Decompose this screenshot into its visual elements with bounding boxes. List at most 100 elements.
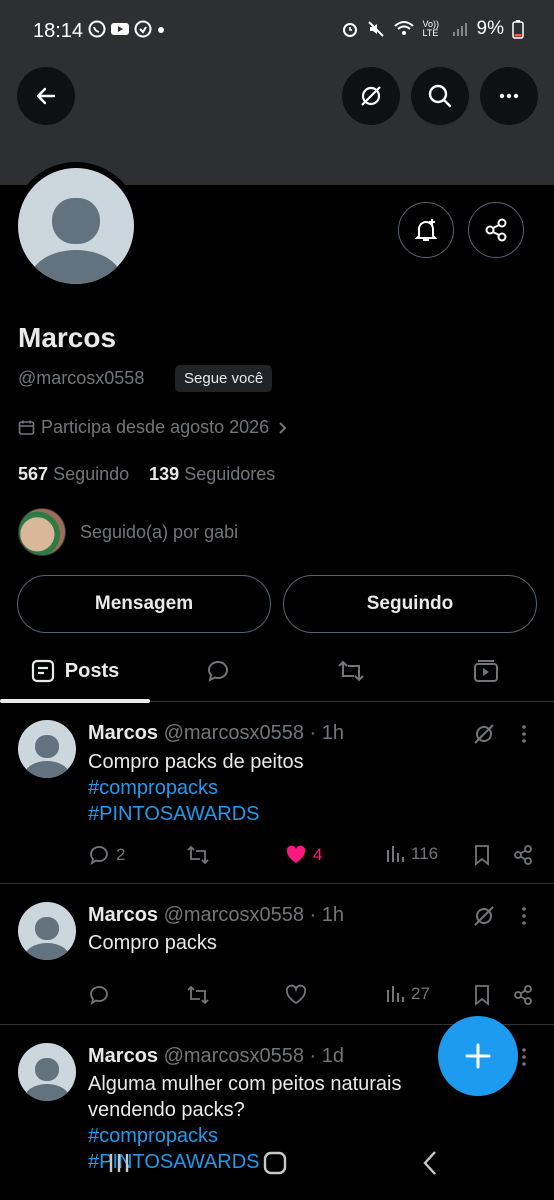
replies-icon xyxy=(207,660,228,682)
default-avatar-icon xyxy=(24,735,70,778)
share-profile-button[interactable] xyxy=(468,202,524,258)
post-item[interactable]: Marcos @marcosx0558 · 1h Compro packs de… xyxy=(0,702,554,884)
dot-icon xyxy=(158,27,164,33)
messenger-icon xyxy=(134,20,152,38)
chevron-right-icon xyxy=(279,421,287,434)
reply-button[interactable] xyxy=(88,984,110,1006)
following-link[interactable]: 567 Seguindo xyxy=(18,464,129,484)
profile-handle: @marcosx0558 xyxy=(18,368,145,388)
home-icon[interactable] xyxy=(260,1148,290,1178)
followers-label: Seguidores xyxy=(184,464,276,484)
like-button[interactable]: 4 xyxy=(285,844,322,866)
bell-plus-icon xyxy=(414,219,438,241)
youtube-icon xyxy=(111,23,129,35)
tab-replies[interactable] xyxy=(170,640,265,702)
mute-icon xyxy=(367,21,384,37)
compose-post-button[interactable] xyxy=(438,1016,518,1096)
notification-icons xyxy=(88,20,166,38)
search-button[interactable] xyxy=(411,67,469,125)
status-bar: 18:14 Vo)) LTE 9% xyxy=(0,0,554,62)
vertical-more-icon[interactable] xyxy=(514,722,534,746)
status-time: 18:14 xyxy=(33,20,84,42)
arrow-left-icon xyxy=(36,87,56,105)
reply-icon xyxy=(90,846,108,865)
tab-reposts[interactable] xyxy=(303,640,398,702)
post-text: Compro packs xyxy=(88,932,217,954)
heart-filled-icon xyxy=(286,845,306,863)
share-button[interactable] xyxy=(512,844,534,866)
post-author[interactable]: Marcos xyxy=(88,722,158,744)
analytics-icon xyxy=(387,846,404,862)
repost-button[interactable] xyxy=(186,984,210,1006)
following-label: Seguindo xyxy=(53,464,130,484)
grok-button[interactable] xyxy=(342,67,400,125)
followed-by-text: Seguido(a) por gabi xyxy=(80,521,239,542)
hashtag-link[interactable]: #PINTOSAWARDS xyxy=(88,801,304,827)
post-avatar[interactable] xyxy=(18,1043,76,1101)
post-meta: @marcosx0558 · 1d xyxy=(163,1045,344,1067)
bookmark-button[interactable] xyxy=(472,984,492,1006)
post-header: Marcos @marcosx0558 · 1h xyxy=(88,722,344,745)
post-header: Marcos @marcosx0558 · 1h xyxy=(88,904,344,927)
bookmark-button[interactable] xyxy=(472,844,492,866)
hashtag-link[interactable]: #compropacks xyxy=(88,775,304,801)
share-button[interactable] xyxy=(512,984,534,1006)
battery-percent: 9% xyxy=(476,18,504,39)
followed-by[interactable]: Seguido(a) por gabi xyxy=(18,508,238,556)
tab-posts[interactable]: Posts xyxy=(0,640,150,703)
bookmark-icon xyxy=(475,845,489,866)
post-item[interactable]: Marcos @marcosx0558 · 1h Compro packs 27 xyxy=(0,884,554,1025)
followers-link[interactable]: 139 Seguidores xyxy=(149,464,275,484)
search-icon xyxy=(428,84,452,108)
post-author[interactable]: Marcos xyxy=(88,1045,158,1067)
follows-you-badge: Segue você xyxy=(175,365,273,392)
joined-text: Participa desde agosto 2026 xyxy=(41,417,270,437)
profile-avatar[interactable] xyxy=(18,168,134,284)
views-button[interactable]: 116 xyxy=(385,844,438,864)
post-meta: @marcosx0558 · 1h xyxy=(163,904,344,926)
repost-button[interactable] xyxy=(186,844,210,866)
share-icon xyxy=(514,845,532,865)
following-count: 567 xyxy=(18,464,49,484)
view-count: 27 xyxy=(411,984,430,1003)
message-button[interactable]: Mensagem xyxy=(17,575,271,633)
grok-icon xyxy=(361,86,381,106)
system-nav-bar xyxy=(0,1140,554,1186)
follower-avatar xyxy=(18,508,66,556)
post-author[interactable]: Marcos xyxy=(88,904,158,926)
post-avatar[interactable] xyxy=(18,902,76,960)
views-button[interactable]: 27 xyxy=(385,984,430,1004)
joined-date[interactable]: Participa desde agosto 2026 xyxy=(18,417,289,438)
follow-counts: 567 Seguindo 139 Seguidores xyxy=(18,464,275,485)
tab-media[interactable] xyxy=(438,640,533,702)
tab-posts-label: Posts xyxy=(64,659,120,682)
reply-button[interactable]: 2 xyxy=(88,844,125,866)
more-icon xyxy=(499,93,519,99)
profile-name: Marcos xyxy=(18,322,117,353)
nav-back-icon[interactable] xyxy=(416,1148,446,1178)
notifications-button[interactable] xyxy=(398,202,454,258)
post-text: Compro packs de peitos xyxy=(88,751,304,773)
repost-icon xyxy=(187,985,209,1005)
posts-icon xyxy=(31,659,54,683)
default-avatar-icon xyxy=(24,917,70,960)
post-body: Compro packs xyxy=(88,930,217,956)
repost-icon xyxy=(337,660,364,682)
post-actions: 27 xyxy=(88,984,538,1012)
vertical-more-icon[interactable] xyxy=(514,904,534,928)
post-header: Marcos @marcosx0558 · 1d xyxy=(88,1045,344,1068)
calendar-icon xyxy=(18,420,35,435)
volte-label: Vo)) LTE xyxy=(422,19,440,38)
default-avatar-icon xyxy=(30,198,122,284)
grok-icon[interactable] xyxy=(472,722,496,746)
grok-icon[interactable] xyxy=(472,904,496,928)
post-avatar[interactable] xyxy=(18,720,76,778)
bookmark-icon xyxy=(475,985,489,1006)
back-button[interactable] xyxy=(17,67,75,125)
following-button[interactable]: Seguindo xyxy=(283,575,537,633)
profile-tabs: Posts xyxy=(0,640,554,703)
recent-apps-icon[interactable] xyxy=(104,1148,134,1178)
like-button[interactable] xyxy=(285,984,307,1006)
share-icon xyxy=(514,985,532,1005)
more-button[interactable] xyxy=(480,67,538,125)
